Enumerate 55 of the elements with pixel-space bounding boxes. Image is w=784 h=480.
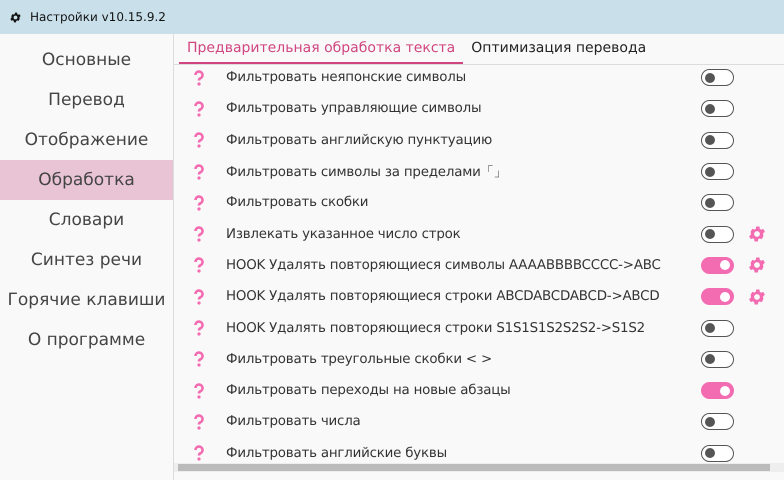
help-icon[interactable] — [194, 351, 204, 368]
sidebar-item[interactable]: Основные — [0, 40, 173, 80]
sidebar-item[interactable]: Перевод — [0, 80, 173, 120]
sidebar-item[interactable]: О программе — [0, 320, 173, 360]
sidebar-item[interactable]: Синтез речи — [0, 240, 173, 280]
toggle-switch[interactable] — [701, 194, 734, 212]
option-label: Фильтровать неяпонские символы — [226, 70, 468, 86]
option-label: HOOK Удалять повторяющиеся строки S1S1S1S2S2S2->S1S2 — [226, 320, 646, 336]
option-label: Фильтровать английские буквы — [226, 446, 448, 461]
sidebar-item[interactable]: Словари — [0, 200, 173, 240]
tab[interactable]: Оптимизация перевода — [463, 34, 654, 64]
help-icon[interactable] — [194, 382, 204, 399]
toggle-switch[interactable] — [701, 100, 734, 118]
toggle-switch[interactable] — [701, 444, 734, 462]
option-label: Фильтровать переходы на новые абзацы — [226, 383, 512, 398]
option-label: Фильтровать английскую пунктуацию — [226, 132, 494, 148]
settings-icon[interactable] — [747, 286, 767, 307]
option-label: Фильтровать управляющие символы — [226, 101, 482, 116]
help-icon[interactable] — [194, 320, 204, 336]
help-icon[interactable] — [194, 100, 204, 117]
help-icon[interactable] — [194, 288, 204, 305]
toggle-switch[interactable] — [701, 132, 734, 149]
window-title: Настройки v10.15.9.2 — [30, 10, 166, 24]
help-icon[interactable] — [194, 132, 204, 148]
sidebar-item[interactable]: Горячие клавиши — [0, 280, 173, 320]
help-icon[interactable] — [194, 70, 204, 86]
option-label: Фильтровать треугольные скобки < > — [226, 352, 494, 367]
help-icon[interactable] — [194, 257, 204, 274]
toggle-switch[interactable] — [701, 382, 734, 400]
help-icon[interactable] — [194, 414, 204, 430]
gear-icon — [9, 10, 22, 24]
horizontal-scrollbar[interactable] — [174, 463, 784, 472]
settings-icon[interactable] — [747, 224, 767, 244]
help-icon[interactable] — [194, 226, 204, 242]
toggle-switch[interactable] — [701, 413, 734, 430]
help-icon[interactable] — [194, 445, 204, 462]
option-label: Фильтровать скобки — [226, 195, 370, 210]
toggle-switch[interactable] — [701, 288, 734, 306]
toggle-switch[interactable] — [701, 256, 734, 274]
toggle-switch[interactable] — [701, 69, 734, 86]
toggle-switch[interactable] — [701, 320, 734, 337]
toggle-switch[interactable] — [701, 350, 734, 368]
sidebar-item[interactable]: Обработка — [0, 160, 173, 200]
toggle-switch[interactable] — [701, 163, 734, 180]
sidebar-item[interactable]: Отображение — [0, 120, 173, 160]
settings-icon[interactable] — [747, 255, 767, 276]
tab[interactable]: Предварительная обработка текста — [179, 34, 464, 64]
option-label: Фильтровать числа — [226, 414, 362, 430]
option-label: Извлекать указанное число строк — [226, 226, 462, 242]
option-label: HOOK Удалять повторяющиеся строки ABCDABCDABCD->ABCD — [226, 289, 660, 304]
toggle-switch[interactable] — [701, 226, 734, 243]
help-icon[interactable] — [194, 194, 204, 211]
option-label: HOOK Удалять повторяющиеся символы AAAABBBBCCCC->ABC — [226, 258, 662, 273]
help-icon[interactable] — [194, 164, 204, 180]
option-label: Фильтровать символы за пределами「」 — [226, 164, 508, 181]
